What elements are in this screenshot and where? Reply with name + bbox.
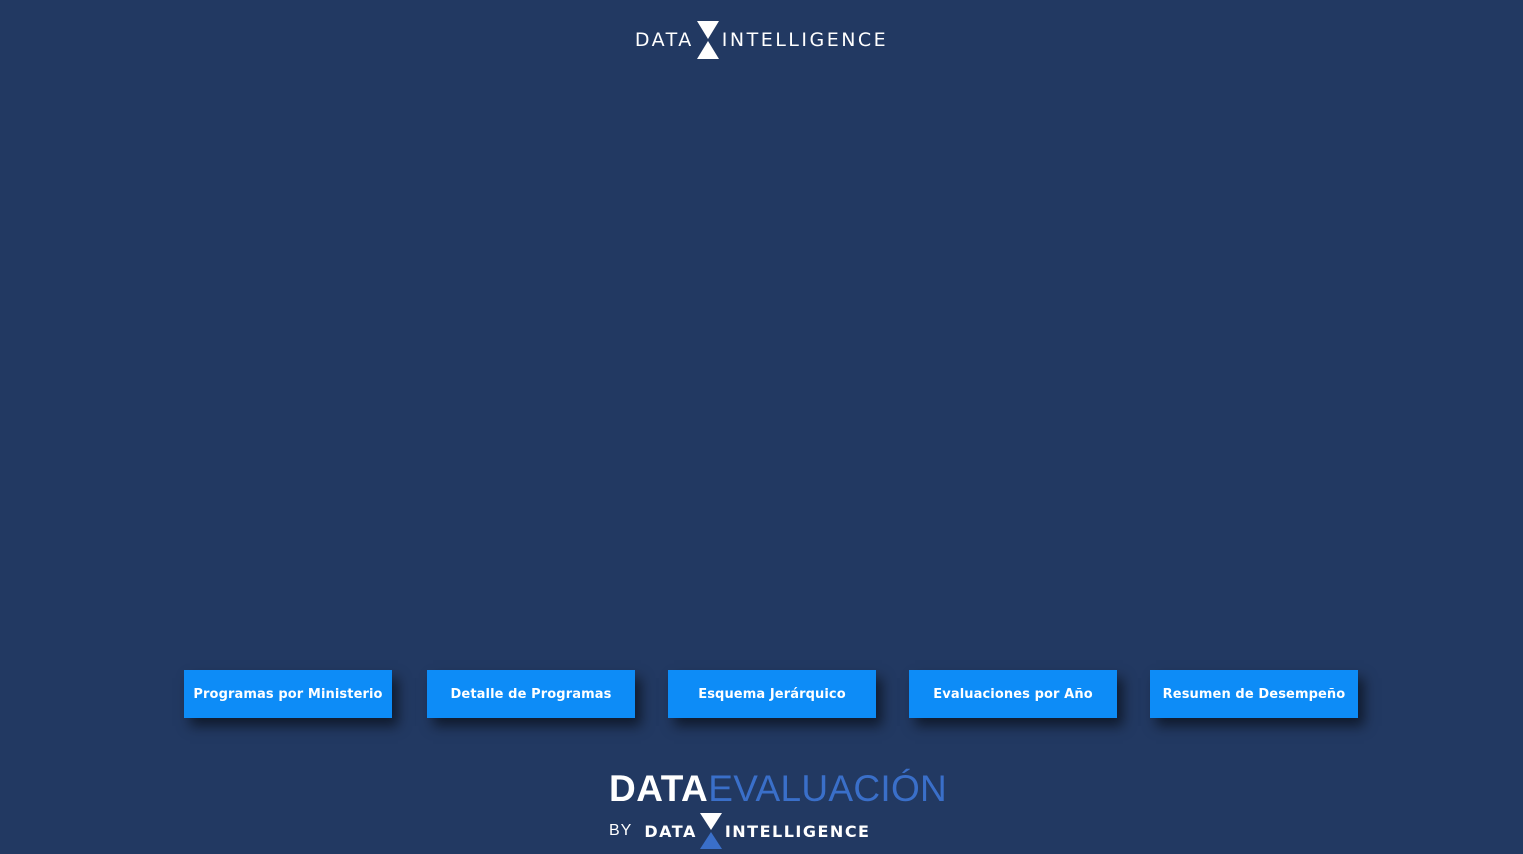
by-label: BY bbox=[609, 822, 633, 839]
footer-logo: DATAEVALUACIÓN BY DATA INTELLIGENCE bbox=[609, 770, 947, 852]
logo-intelligence-text: INTELLIGENCE bbox=[721, 28, 889, 51]
brand-title: DATAEVALUACIÓN bbox=[609, 770, 947, 807]
brand-evaluacion-text: EVALUACIÓN bbox=[708, 768, 948, 809]
navigation-buttons: Programas por Ministerio Detalle de Prog… bbox=[0, 670, 1523, 718]
hourglass-logo-icon bbox=[699, 813, 722, 849]
hourglass-logo-icon bbox=[696, 21, 719, 59]
resumen-de-desempeno-button[interactable]: Resumen de Desempeño bbox=[1150, 670, 1358, 718]
esquema-jerarquico-button[interactable]: Esquema Jerárquico bbox=[668, 670, 876, 718]
company-data-text: DATA bbox=[644, 821, 697, 841]
company-intelligence-text: INTELLIGENCE bbox=[724, 821, 871, 841]
brand-byline: BY DATA INTELLIGENCE bbox=[609, 812, 870, 850]
top-logo: DATA INTELLIGENCE bbox=[0, 20, 1523, 60]
home-page: DATA INTELLIGENCE Programas por Minister… bbox=[0, 0, 1523, 854]
brand-data-text: DATA bbox=[609, 768, 709, 809]
logo-data-text: DATA bbox=[634, 28, 694, 51]
detalle-de-programas-button[interactable]: Detalle de Programas bbox=[427, 670, 635, 718]
programas-por-ministerio-button[interactable]: Programas por Ministerio bbox=[184, 670, 392, 718]
evaluaciones-por-ano-button[interactable]: Evaluaciones por Año bbox=[909, 670, 1117, 718]
